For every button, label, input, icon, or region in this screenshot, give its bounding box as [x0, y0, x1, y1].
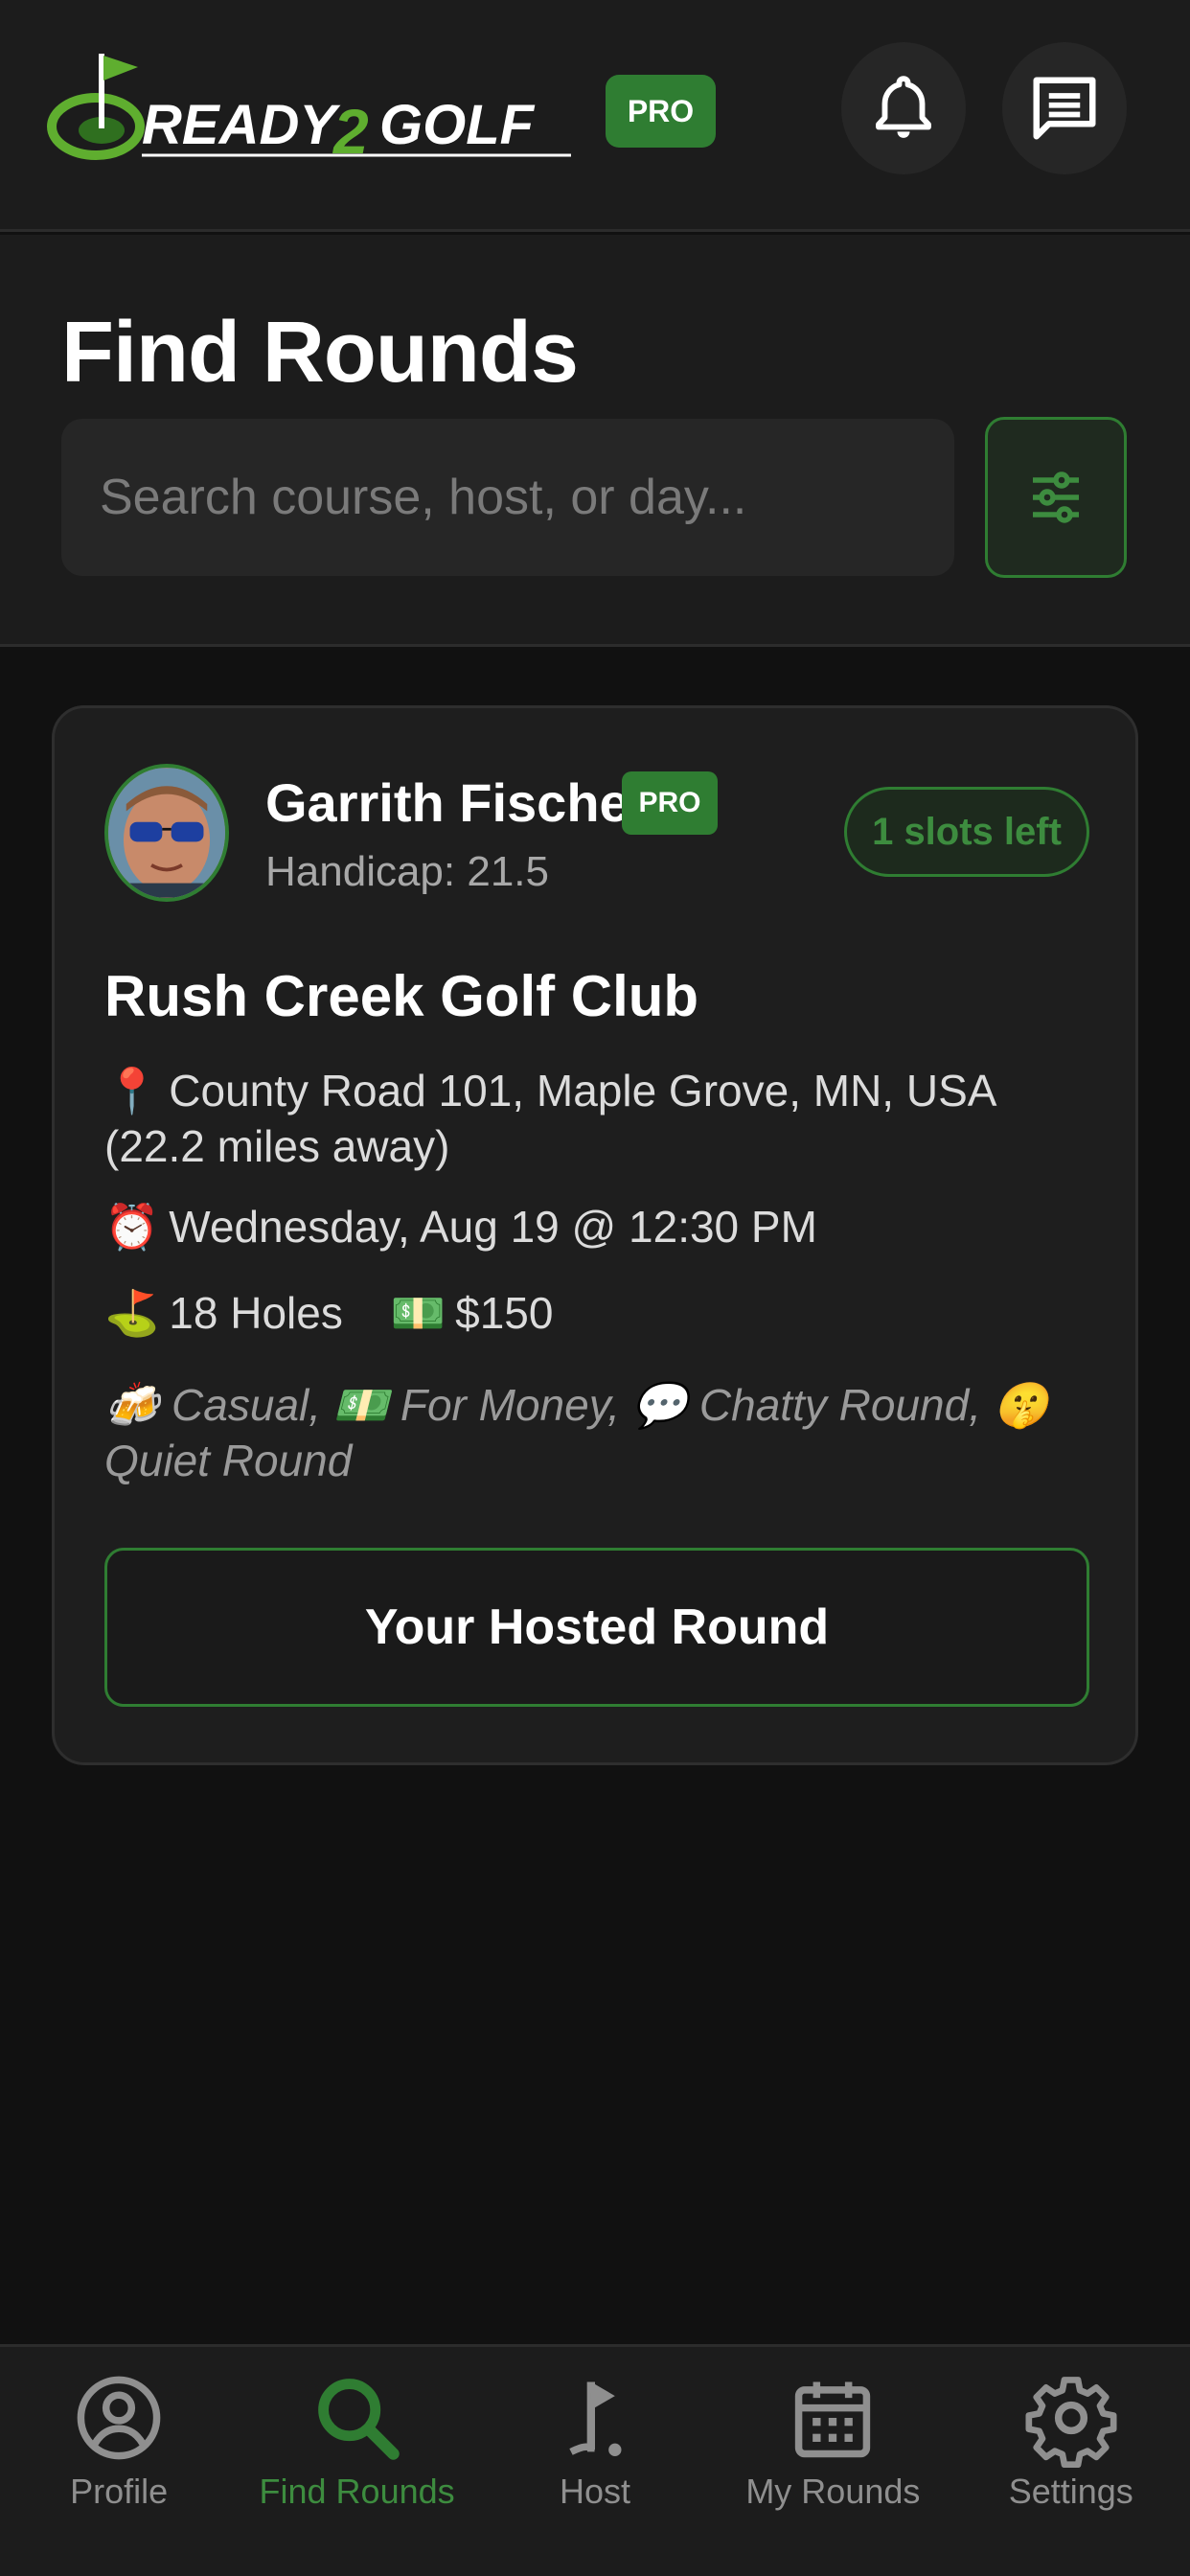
nav-item-my-rounds[interactable]: My Rounds [714, 2368, 951, 2512]
bottom-nav: Profile Find Rounds Host My Rounds Setti… [0, 2344, 1190, 2576]
messages-button[interactable] [1002, 42, 1127, 174]
calendar-icon [795, 2381, 871, 2458]
host-pro-badge: PRO [622, 771, 718, 835]
your-hosted-round-button[interactable]: Your Hosted Round [104, 1548, 1089, 1707]
datetime-text: Wednesday, Aug 19 @ 12:30 PM [169, 1202, 817, 1252]
price-info: 💵 $150 [391, 1285, 554, 1341]
golf-flag-icon [569, 2381, 622, 2456]
money-icon: 💵 [390, 1287, 446, 1339]
course-location: 📍 County Road 101, Maple Grove, MN, USA (… [104, 1063, 1101, 1174]
notifications-button[interactable] [841, 42, 966, 174]
nav-item-profile[interactable]: Profile [0, 2368, 238, 2512]
nav-label-settings: Settings [1008, 2472, 1133, 2511]
nav-label-profile: Profile [70, 2472, 169, 2511]
search-input[interactable] [61, 419, 954, 576]
course-name: Rush Creek Golf Club [104, 964, 699, 1028]
find-rounds-section: Find Rounds [0, 235, 1190, 647]
slots-left-badge: 1 slots left [844, 787, 1089, 877]
sliders-icon [1033, 472, 1079, 523]
round-card[interactable]: Garrith Fischer PRO Handicap: 21.5 1 slo… [52, 705, 1138, 1765]
golf-flag-emoji-icon: ⛳ [104, 1287, 160, 1339]
bell-icon [876, 76, 931, 138]
nav-label-host: Host [559, 2472, 630, 2511]
host-name: Garrith Fischer [265, 772, 651, 833]
chat-icon [1033, 77, 1096, 140]
filter-button[interactable] [985, 417, 1127, 578]
nav-item-find-rounds[interactable]: Find Rounds [239, 2368, 476, 2512]
host-handicap: Handicap: 21.5 [265, 848, 549, 895]
holes-text: 18 Holes [169, 1288, 343, 1338]
svg-text:READY: READY [142, 94, 341, 156]
gear-icon [1025, 2377, 1117, 2468]
nav-label-my-rounds: My Rounds [745, 2472, 921, 2511]
round-tags: 🍻 Casual, 💵 For Money, 💬 Chatty Round, 🤫… [104, 1380, 1049, 1485]
price-text: $150 [455, 1288, 554, 1338]
tee-time: ⏰ Wednesday, Aug 19 @ 12:30 PM [104, 1199, 1101, 1254]
search-icon [317, 2379, 400, 2460]
svg-text:GOLF: GOLF [379, 94, 536, 156]
app-screen: READY 2 GOLF PRO Find Rounds Search cour… [0, 0, 1190, 2576]
holes-and-price: ⛳ 18 Holes 💵 $150 [104, 1285, 1101, 1341]
pro-badge: PRO [606, 75, 716, 148]
holes-info: ⛳ 18 Holes [104, 1285, 343, 1341]
location-text: County Road 101, Maple Grove, MN, USA (2… [104, 1066, 995, 1171]
nav-item-settings[interactable]: Settings [952, 2368, 1190, 2512]
profile-icon [77, 2376, 161, 2460]
avatar [104, 764, 229, 902]
nav-label-find-rounds: Find Rounds [259, 2472, 455, 2511]
page-title: Find Rounds [61, 305, 579, 401]
pin-icon: 📍 [104, 1065, 160, 1116]
nav-item-host[interactable]: Host [476, 2368, 714, 2512]
top-bar: READY 2 GOLF PRO [0, 0, 1190, 232]
alarm-clock-icon: ⏰ [104, 1201, 160, 1253]
ready2golf-logo: READY 2 GOLF [46, 48, 583, 172]
